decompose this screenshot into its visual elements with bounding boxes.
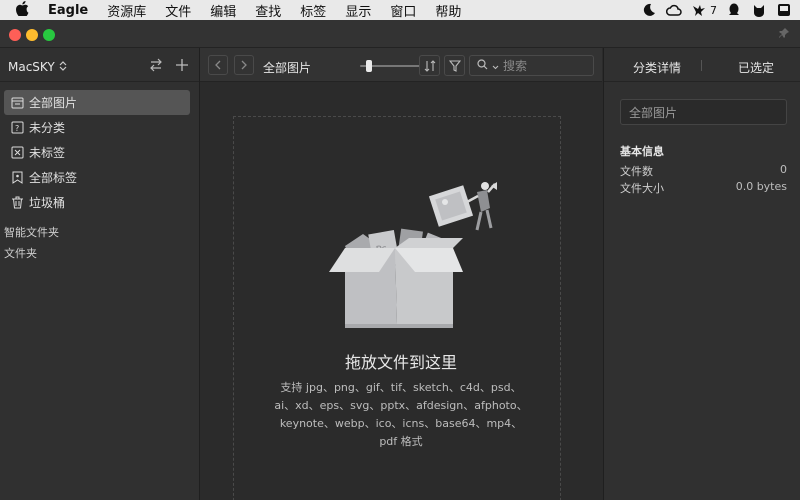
trash-icon (10, 196, 24, 210)
window-close-button[interactable] (9, 29, 21, 41)
main-toolbar: 全部图片 (200, 48, 602, 82)
chevron-right-icon (241, 60, 247, 70)
window-zoom-button[interactable] (43, 29, 55, 41)
sidebar: MacSKY 全部图片 ? 未分类 未标签 全部标签 垃圾桶 智能文件夹 文件夹 (0, 48, 200, 500)
search-icon (477, 58, 488, 73)
menu-bar: Eagle 资源库 文件 编辑 查找 标签 显示 窗口 帮助 7 (0, 0, 800, 20)
tab-category-details[interactable]: 分类详情 (633, 59, 681, 76)
uncategorized-icon: ? (10, 121, 24, 135)
sidebar-item-trash[interactable]: 垃圾桶 (4, 190, 190, 215)
inspector-panel: 分类详情 已选定 全部图片 基本信息 文件数 0 文件大小 0.0 bytes (603, 48, 800, 500)
library-switcher[interactable]: MacSKY (8, 60, 67, 74)
file-size-value: 0.0 bytes (735, 180, 787, 193)
window-minimize-button[interactable] (26, 29, 38, 41)
chevron-down-icon[interactable] (492, 59, 499, 73)
main-content: Ps Ai 拖放文件到这里 支持 jpg、png、gif、tif、sketch、… (200, 83, 602, 500)
pin-icon[interactable] (778, 27, 790, 39)
sidebar-item-label: 未分类 (29, 121, 66, 135)
bird-icon[interactable] (691, 2, 707, 18)
tray-badge-count: 7 (710, 3, 717, 17)
window-titlebar (0, 20, 800, 48)
supported-formats-text: 支持 jpg、png、gif、tif、sketch、c4d、psd、 ai、xd… (260, 379, 542, 451)
formats-line: keynote、webp、ico、icns、base64、mp4、 (279, 417, 523, 430)
menu-app-eagle[interactable]: Eagle (48, 3, 88, 18)
untagged-icon (10, 146, 24, 160)
sort-button[interactable] (419, 55, 440, 76)
sidebar-item-untagged[interactable]: 未标签 (4, 140, 190, 165)
chevron-left-icon (215, 60, 221, 70)
sidebar-item-all-tags[interactable]: 全部标签 (4, 165, 190, 190)
menu-window[interactable]: 窗口 (390, 1, 416, 20)
file-count-label: 文件数 (620, 165, 653, 178)
back-button[interactable] (208, 55, 228, 75)
file-size-label: 文件大小 (620, 182, 664, 195)
sidebar-item-label: 全部标签 (29, 171, 78, 185)
menu-library[interactable]: 资源库 (107, 1, 146, 20)
sidebar-item-all-images[interactable]: 全部图片 (4, 90, 190, 115)
tab-selected[interactable]: 已选定 (738, 59, 774, 76)
sidebar-item-uncategorized[interactable]: ? 未分类 (4, 115, 190, 140)
sidebar-item-label: 未标签 (29, 146, 66, 160)
tags-icon (10, 171, 24, 185)
file-count-row: 文件数 0 (620, 163, 787, 179)
formats-line: ai、xd、eps、svg、pptx、afdesign、afphoto、 (274, 399, 528, 412)
notification-icon[interactable] (776, 2, 792, 18)
apple-menu-icon[interactable] (14, 0, 30, 20)
sidebar-divider (0, 81, 199, 82)
file-count-value: 0 (780, 163, 787, 176)
basic-info-heading: 基本信息 (620, 145, 664, 158)
library-name: MacSKY (8, 60, 55, 74)
breadcrumb: 全部图片 (263, 61, 312, 75)
inspector-tabs: 分类详情 已选定 (604, 48, 800, 82)
menu-find[interactable]: 查找 (255, 1, 281, 20)
updown-chevron-icon (59, 60, 67, 74)
swap-icon[interactable] (149, 58, 163, 72)
filter-button[interactable] (444, 55, 465, 76)
sidebar-item-label: 垃圾桶 (29, 196, 66, 210)
formats-line: 支持 jpg、png、gif、tif、sketch、c4d、psd、 (280, 381, 522, 394)
all-images-icon (10, 96, 24, 110)
search-box[interactable] (469, 55, 594, 76)
tab-divider (701, 60, 702, 71)
menu-file[interactable]: 文件 (165, 1, 191, 20)
menu-help[interactable]: 帮助 (435, 1, 461, 20)
forward-button[interactable] (234, 55, 254, 75)
status-tray: 7 (641, 0, 792, 20)
drop-title: 拖放文件到这里 (344, 353, 457, 372)
smart-folders-header[interactable]: 智能文件夹 (4, 224, 59, 240)
sort-icon (424, 59, 435, 72)
drop-illustration-icon: Ps Ai (329, 182, 497, 328)
sidebar-item-label: 全部图片 (29, 96, 78, 110)
search-input[interactable] (503, 58, 583, 73)
cat-icon[interactable] (751, 2, 767, 18)
filter-icon (448, 59, 461, 72)
formats-line: pdf 格式 (379, 435, 423, 448)
menu-edit[interactable]: 编辑 (210, 1, 236, 20)
moon-icon[interactable] (641, 2, 657, 18)
add-icon[interactable] (175, 58, 189, 72)
file-size-row: 文件大小 0.0 bytes (620, 180, 787, 196)
svg-text:?: ? (15, 124, 19, 133)
cloud-icon[interactable] (666, 2, 682, 18)
zoom-slider-handle[interactable] (366, 60, 372, 72)
category-name-field[interactable]: 全部图片 (620, 99, 787, 125)
sidebar-actions (149, 58, 189, 72)
folders-header[interactable]: 文件夹 (4, 245, 37, 261)
qq-penguin-icon[interactable] (726, 2, 742, 18)
menu-tags[interactable]: 标签 (300, 1, 326, 20)
sidebar-nav: 全部图片 ? 未分类 未标签 全部标签 垃圾桶 (4, 90, 190, 215)
menu-view[interactable]: 显示 (345, 1, 371, 20)
